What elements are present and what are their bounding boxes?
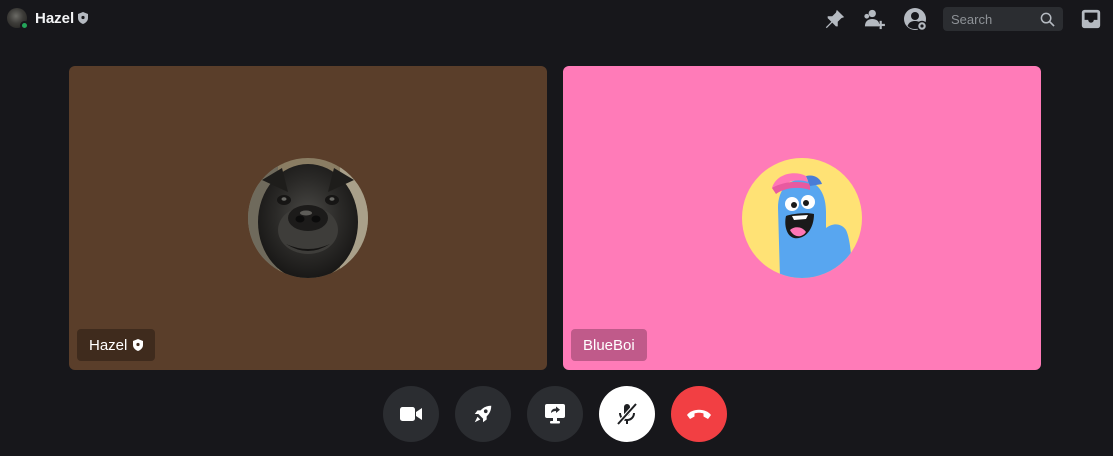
search-icon[interactable] <box>1040 12 1055 27</box>
activities-button[interactable] <box>455 386 511 442</box>
participant-name-tag: BlueBoi <box>571 329 647 361</box>
search-input[interactable] <box>951 11 1040 27</box>
hang-up-icon <box>686 407 712 421</box>
camera-button[interactable] <box>383 386 439 442</box>
search-box[interactable] <box>943 7 1063 31</box>
shield-icon <box>78 12 89 24</box>
participant-tile-hazel[interactable]: Hazel <box>69 66 547 370</box>
pin-icon[interactable] <box>822 6 848 32</box>
user-profile-icon[interactable] <box>902 6 928 32</box>
inbox-icon[interactable] <box>1078 6 1104 32</box>
avatar <box>248 158 368 278</box>
participant-name: Hazel <box>89 336 128 354</box>
avatar[interactable] <box>7 8 29 30</box>
avatar <box>742 158 862 278</box>
call-controls <box>383 386 727 442</box>
rocket-icon <box>472 403 494 425</box>
video-camera-icon <box>399 405 423 423</box>
participant-name: BlueBoi <box>583 336 635 354</box>
shield-icon <box>133 339 144 351</box>
disconnect-button[interactable] <box>671 386 727 442</box>
participant-name-tag: Hazel <box>77 329 156 361</box>
screen-share-icon <box>543 403 567 425</box>
mute-button[interactable] <box>599 386 655 442</box>
microphone-muted-icon <box>615 402 639 426</box>
online-status-dot <box>20 21 29 30</box>
share-screen-button[interactable] <box>527 386 583 442</box>
participant-tile-blueboi[interactable]: BlueBoi <box>563 66 1041 370</box>
add-friends-icon[interactable] <box>862 6 888 32</box>
current-user[interactable]: Hazel <box>7 8 89 30</box>
top-bar: Hazel <box>0 0 1113 38</box>
user-name: Hazel <box>35 9 75 27</box>
